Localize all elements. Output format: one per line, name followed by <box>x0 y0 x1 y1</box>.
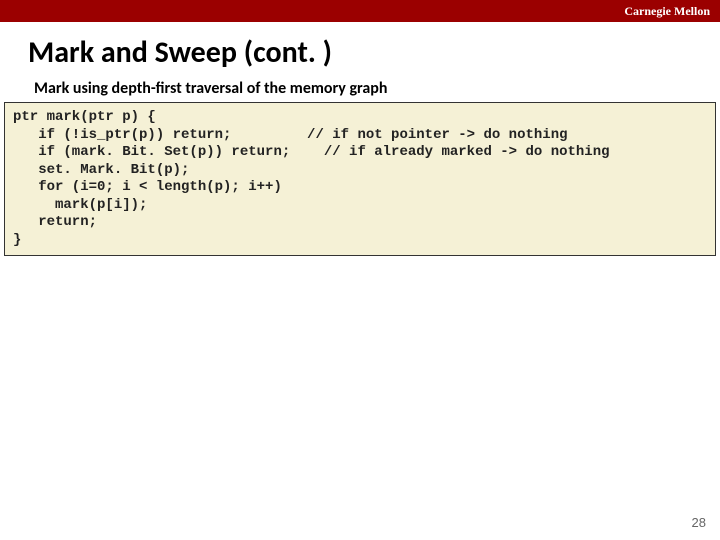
top-bar-brand: Carnegie Mellon <box>624 4 710 19</box>
slide: Carnegie Mellon Mark and Sweep (cont. ) … <box>0 0 720 540</box>
top-bar: Carnegie Mellon <box>0 0 720 22</box>
slide-title: Mark and Sweep (cont. ) <box>0 22 720 79</box>
page-number: 28 <box>692 515 706 530</box>
code-block: ptr mark(ptr p) { if (!is_ptr(p)) return… <box>4 102 716 256</box>
slide-subtitle: Mark using depth-first traversal of the … <box>0 79 720 102</box>
